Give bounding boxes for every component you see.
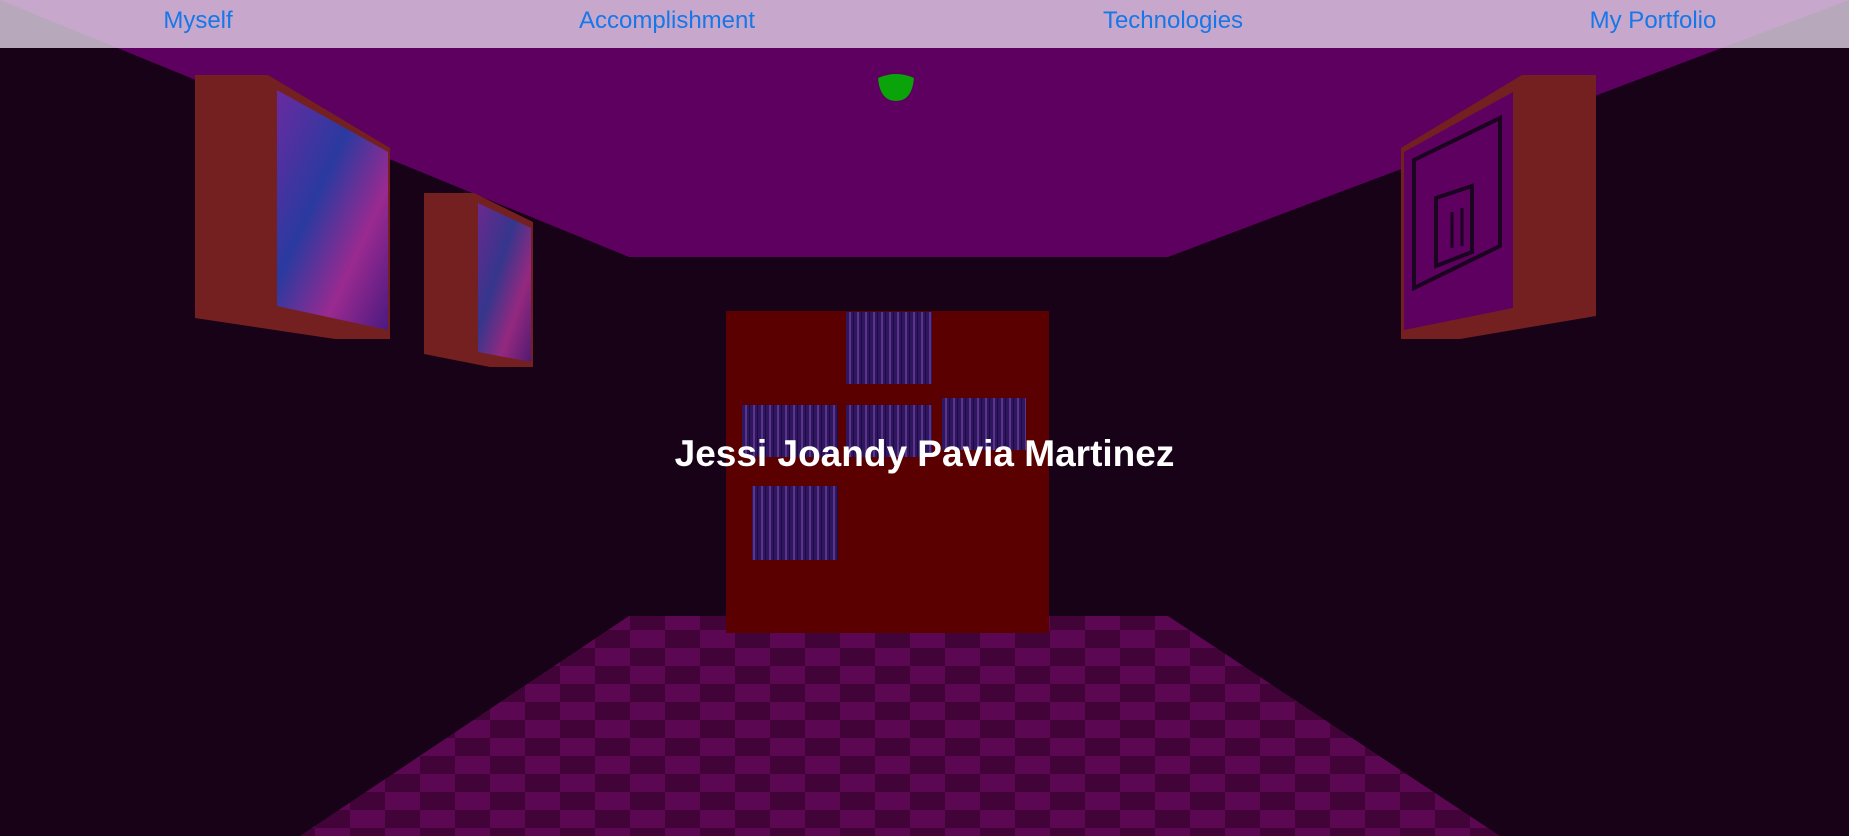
nav-link-technologies[interactable]: Technologies (1103, 6, 1243, 36)
room-illustration (0, 0, 1849, 836)
nav-link-myself[interactable]: Myself (163, 6, 232, 36)
nav-link-my-portfolio[interactable]: My Portfolio (1590, 6, 1717, 36)
room-scene (0, 0, 1849, 836)
nav-link-accomplishment[interactable]: Accomplishment (579, 6, 755, 36)
hero-title: Jessi Joandy Pavia Martinez (674, 433, 1175, 474)
painting-frame (424, 193, 533, 367)
top-navbar: Myself Accomplishment Technologies My Po… (0, 0, 1849, 48)
